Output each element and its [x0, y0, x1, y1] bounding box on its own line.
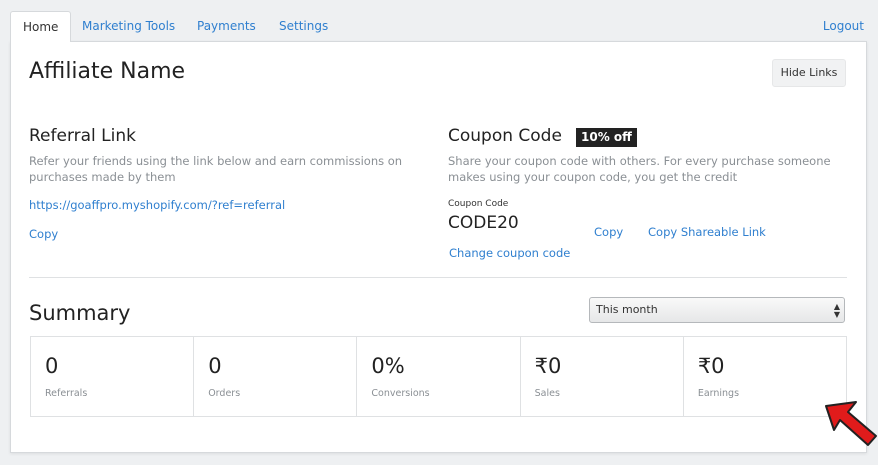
copy-referral-link[interactable]: Copy: [29, 227, 58, 241]
stat-label: Earnings: [697, 388, 740, 399]
stat-label: Conversions: [371, 388, 430, 399]
stat-value: 0: [208, 354, 222, 378]
period-select-value: This month: [596, 303, 658, 316]
coupon-code-label: Coupon Code: [448, 199, 509, 209]
tab-marketing-tools[interactable]: Marketing Tools: [82, 11, 175, 41]
stat-value: 0: [45, 354, 59, 378]
copy-coupon-button[interactable]: Copy: [594, 225, 623, 239]
change-coupon-code-link[interactable]: Change coupon code: [449, 246, 570, 260]
section-divider: [29, 277, 847, 278]
copy-shareable-link-button[interactable]: Copy Shareable Link: [648, 225, 766, 239]
tab-payments[interactable]: Payments: [197, 11, 256, 41]
stat-sales: ₹0 Sales: [521, 337, 684, 416]
stat-label: Orders: [208, 388, 241, 399]
stat-label: Sales: [534, 388, 560, 399]
tab-bar: Home Marketing Tools Payments Settings L…: [0, 0, 878, 42]
tab-settings[interactable]: Settings: [279, 11, 328, 41]
summary-title: Summary: [29, 301, 131, 325]
stat-value: ₹0: [534, 354, 562, 378]
dashboard-panel: Affiliate Name Hide Links Referral Link …: [10, 41, 867, 453]
coupon-code-title: Coupon Code: [448, 126, 562, 146]
summary-stats: 0 Referrals 0 Orders 0% Conversions ₹0 S…: [30, 336, 847, 417]
stat-value: ₹0: [697, 354, 725, 378]
coupon-description: Share your coupon code with others. For …: [448, 154, 831, 184]
hide-links-button[interactable]: Hide Links: [772, 59, 846, 87]
affiliate-name: Affiliate Name: [29, 59, 186, 84]
logout-link[interactable]: Logout: [823, 11, 864, 41]
tab-home[interactable]: Home: [10, 11, 72, 42]
stat-label: Referrals: [45, 388, 88, 399]
stat-referrals: 0 Referrals: [31, 337, 195, 416]
discount-badge: 10% off: [576, 128, 637, 147]
coupon-code-value: CODE20: [448, 213, 519, 233]
stat-conversions: 0% Conversions: [357, 337, 521, 416]
up-down-arrows-icon: ▲ ▼: [833, 302, 840, 319]
referral-description: Refer your friends using the link below …: [29, 154, 403, 184]
red-pointer-arrow-icon: [825, 401, 877, 446]
stat-value: 0%: [371, 354, 405, 378]
referral-link-title: Referral Link: [29, 126, 136, 146]
referral-url[interactable]: https://goaffpro.myshopify.com/?ref=refe…: [29, 198, 285, 212]
period-select[interactable]: This month ▲ ▼: [589, 297, 845, 323]
stat-orders: 0 Orders: [194, 337, 358, 416]
